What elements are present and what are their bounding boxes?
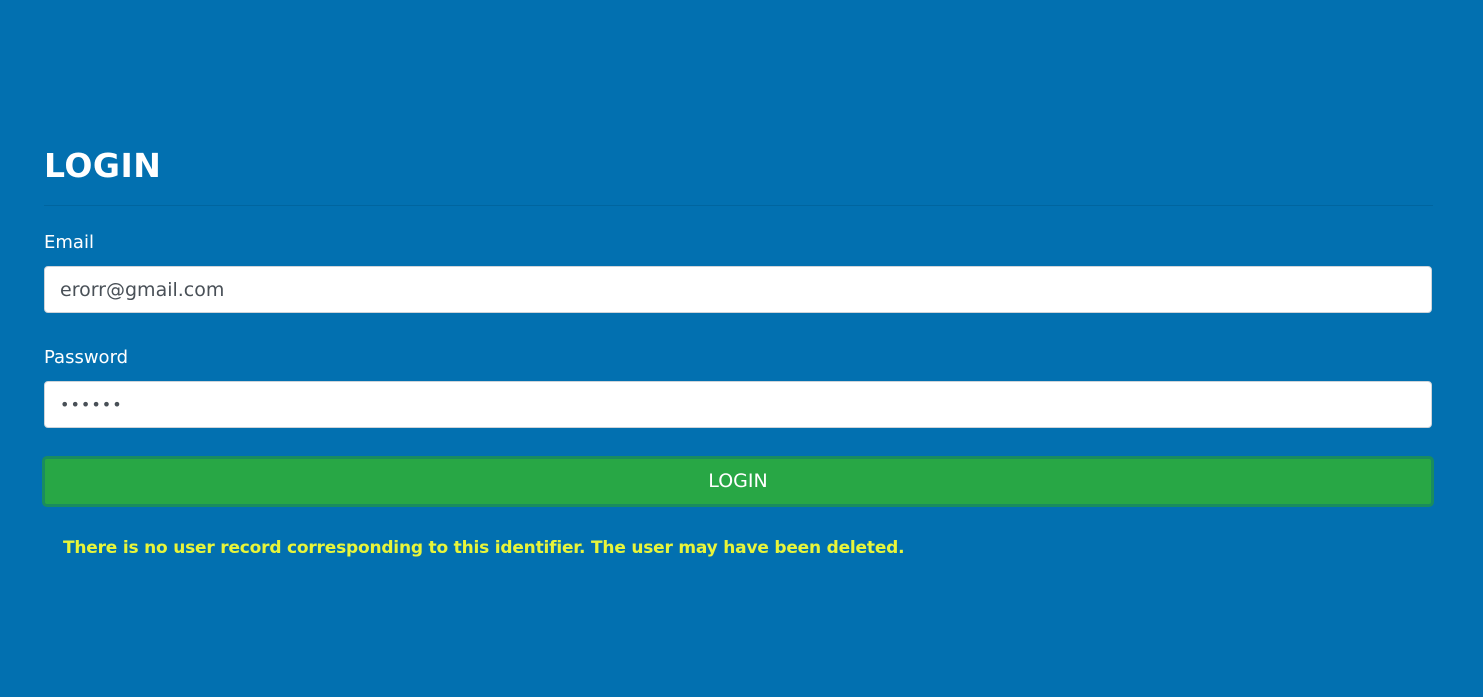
login-button[interactable]: LOGIN: [42, 456, 1434, 507]
password-input[interactable]: [44, 381, 1432, 428]
password-label: Password: [44, 347, 129, 368]
title-divider: [44, 205, 1433, 206]
login-form: LOGIN Email Password LOGIN There is no u…: [42, 140, 1434, 560]
error-message: There is no user record corresponding to…: [63, 538, 905, 558]
email-label: Email: [44, 232, 94, 253]
page-title: LOGIN: [44, 146, 162, 185]
email-input[interactable]: [44, 266, 1432, 313]
